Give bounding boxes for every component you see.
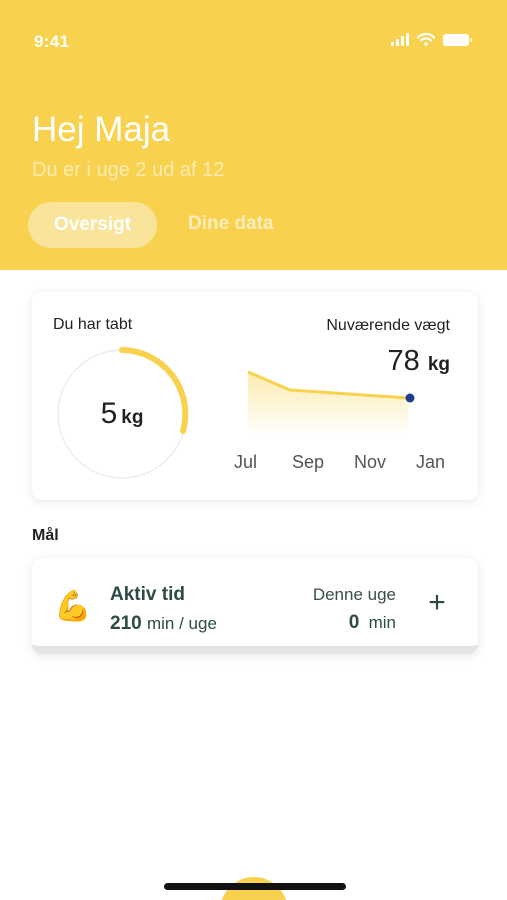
battery-icon	[443, 33, 472, 46]
this-week-unit: min	[368, 613, 396, 632]
weight-lost-number: 5	[100, 397, 118, 430]
tab-oversigt[interactable]: Oversigt	[28, 202, 157, 248]
goal-target: 210 min / uge	[110, 613, 217, 635]
month-label-nov: Nov	[354, 452, 387, 472]
current-weight-unit: kg	[427, 354, 450, 375]
tab-dine-data[interactable]: Dine data	[188, 213, 274, 235]
flexed-biceps-icon: 💪	[54, 590, 92, 623]
greeting-title: Hej Maja	[32, 110, 171, 149]
this-week-number: 0	[348, 612, 360, 633]
current-weight-label: Nuværende vægt	[326, 317, 450, 334]
home-indicator[interactable]	[164, 883, 346, 890]
this-week-label: Denne uge	[312, 585, 396, 604]
goal-target-unit: min / uge	[146, 614, 217, 633]
signal-icon	[391, 33, 409, 46]
weight-lost-value: 5 kg	[52, 344, 192, 484]
weight-lost-unit: kg	[121, 407, 144, 428]
weight-card[interactable]: Du har tabt 5 kg Nuværende vægt 78 kg Ju…	[32, 292, 478, 500]
status-bar: 9:41	[0, 0, 507, 84]
month-label-sep: Sep	[292, 452, 325, 472]
goals-section-title: Mål	[32, 527, 59, 544]
status-time: 9:41	[34, 32, 70, 51]
add-activity-button[interactable]: +	[422, 586, 452, 619]
current-weight-point	[405, 393, 415, 403]
this-week-value: 0 min	[349, 612, 396, 634]
goal-title: Aktiv tid	[110, 584, 185, 605]
month-label-jul: Jul	[234, 452, 258, 472]
weight-lost-label: Du har tabt	[53, 316, 133, 333]
status-icons	[391, 33, 472, 46]
goal-target-number: 210	[110, 613, 142, 634]
wifi-icon	[417, 33, 435, 46]
header: 9:41 Hej Maja Du er i uge 2 ud af 12 Ove…	[0, 0, 507, 270]
weight-trend-sparkline	[247, 370, 415, 436]
week-progress-subtitle: Du er i uge 2 ud af 12	[32, 159, 225, 181]
app-screen: 9:41 Hej Maja Du er i uge 2 ud af 12 Ove…	[0, 0, 507, 900]
plus-icon: +	[428, 586, 446, 619]
goal-card-active-time[interactable]: 💪 Aktiv tid 210 min / uge Denne uge 0 mi…	[32, 558, 478, 654]
month-label-jan: Jan	[416, 452, 446, 472]
